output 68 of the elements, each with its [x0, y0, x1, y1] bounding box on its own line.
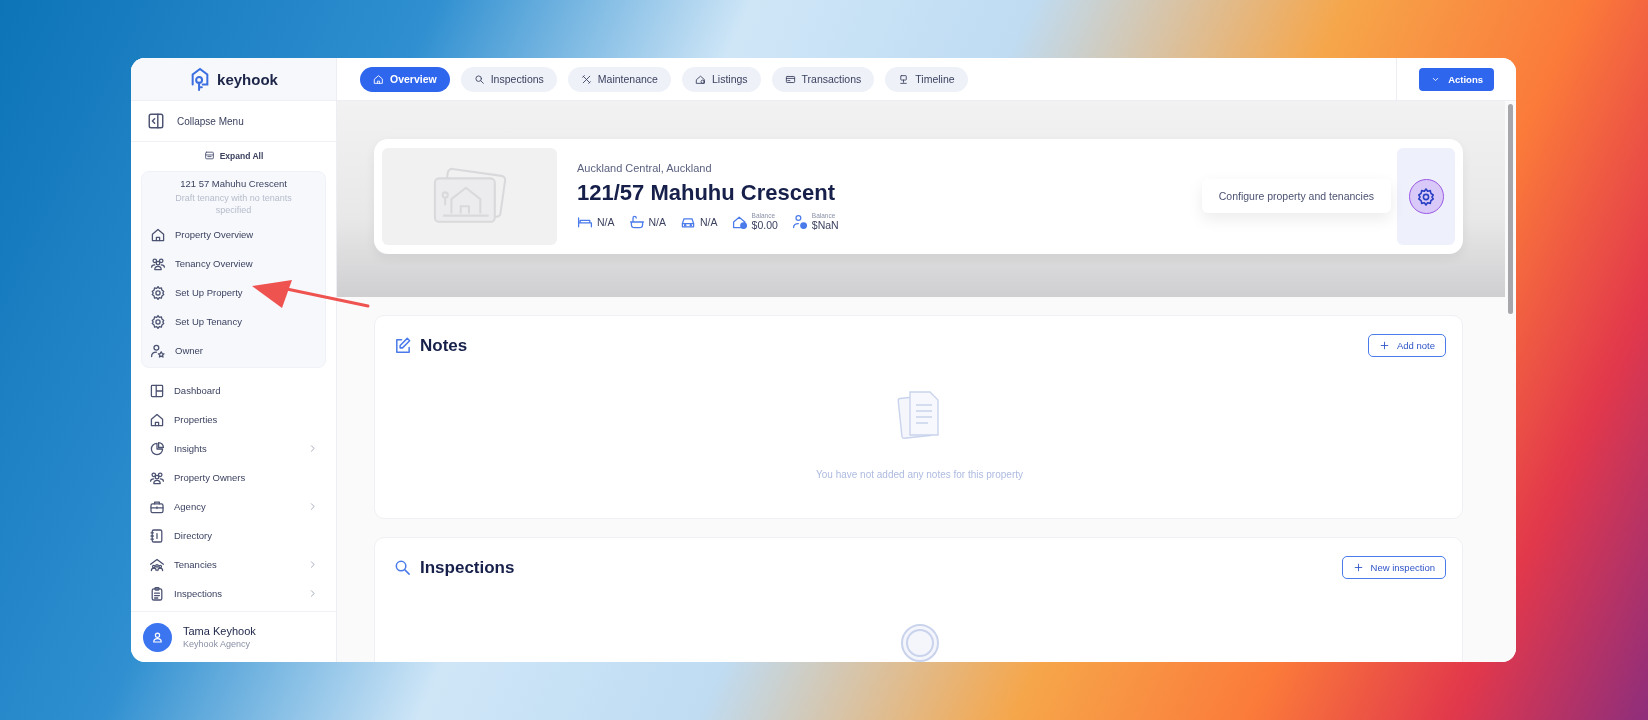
scrollbar[interactable]: [1508, 104, 1513, 314]
person-dollar-icon: [791, 213, 808, 230]
sidebar-item[interactable]: Dashboard: [141, 376, 326, 406]
house-icon: [694, 73, 706, 85]
house-icon: [149, 411, 165, 428]
sidebar-item[interactable]: Properties: [141, 405, 326, 435]
balance-value: $NaN: [811, 219, 839, 231]
sidebar-item[interactable]: Tenancies: [141, 550, 326, 580]
sidebar-item[interactable]: Tenancy Overview: [142, 249, 325, 279]
people-icon: [149, 469, 165, 486]
monitor-icon: [898, 73, 910, 85]
people-icon: [150, 255, 166, 272]
user-name: Tama Keyhook: [183, 625, 256, 637]
add-button[interactable]: Add note: [1367, 334, 1446, 357]
pie-chart-icon: [149, 440, 165, 457]
address-book-icon: [149, 527, 165, 544]
sidebar-item[interactable]: Insights: [141, 434, 326, 464]
empty-state-message: You have not added any notes for this property: [816, 469, 1023, 480]
property-title: 121 57 Mahuhu Crescent: [179, 178, 288, 189]
tab[interactable]: Overview: [360, 66, 450, 92]
tab[interactable]: Maintenance: [567, 66, 671, 92]
clipboard-icon: [149, 585, 165, 602]
settings-icon: [1416, 186, 1436, 207]
actions-button[interactable]: Actions: [1419, 67, 1494, 91]
search-icon: [393, 558, 412, 577]
gear-icon: [150, 313, 166, 330]
calendar-icon: [203, 150, 215, 161]
property-location: Auckland Central, Auckland: [577, 162, 713, 174]
tab[interactable]: Inspections: [460, 66, 557, 92]
add-button[interactable]: New inspection: [1341, 556, 1446, 579]
logo-wordmark: keyhook: [217, 70, 278, 88]
tab[interactable]: Listings: [681, 66, 761, 92]
plus-icon: [1378, 340, 1390, 351]
bathtub-icon: [628, 213, 645, 230]
balance-value: $0.00: [751, 219, 778, 231]
gear-icon: [150, 284, 166, 301]
house-icon: [150, 226, 166, 243]
person-star-icon: [150, 342, 166, 359]
collapse-icon: [147, 112, 165, 130]
tooltip: Configure property and tenancies: [1201, 179, 1391, 213]
sidebar-item[interactable]: Set Up Property: [142, 278, 325, 308]
sidebar-item[interactable]: Agency: [141, 492, 326, 522]
tab[interactable]: Timeline: [885, 66, 968, 92]
user-organisation: Keyhook Agency: [183, 639, 252, 649]
settings-button[interactable]: [1408, 179, 1444, 214]
sidebar-item[interactable]: Set Up Tenancy: [142, 307, 325, 337]
stat-value: N/A: [700, 215, 718, 228]
card-icon: [784, 73, 796, 85]
edit-icon: [393, 336, 412, 355]
sidebar-item[interactable]: Property Overview: [142, 220, 325, 250]
sidebar-item[interactable]: Owner: [142, 336, 325, 366]
sidebar-item[interactable]: Directory: [141, 521, 326, 551]
plus-icon: [1352, 562, 1364, 573]
stat-value: N/A: [597, 215, 615, 228]
user-profile[interactable]: Tama Keyhook Keyhook Agency: [131, 611, 336, 662]
expand-all-button[interactable]: Expand All: [195, 144, 272, 167]
collapse-menu-item[interactable]: Collapse Menu: [131, 101, 336, 142]
tab[interactable]: Transactions: [771, 66, 875, 92]
search-icon: [473, 73, 485, 85]
sidebar-item[interactable]: Property Owners: [141, 463, 326, 493]
section-title: Inspections: [420, 557, 516, 578]
house-icon: [373, 73, 384, 85]
roof-people-icon: [149, 556, 165, 573]
property-address: 121/57 Mahuhu Crescent: [577, 180, 835, 206]
layout-icon: [149, 382, 165, 399]
sidebar-item[interactable]: Inspections: [141, 579, 326, 609]
section-title: Notes: [420, 335, 469, 356]
stat-value: N/A: [648, 215, 667, 228]
